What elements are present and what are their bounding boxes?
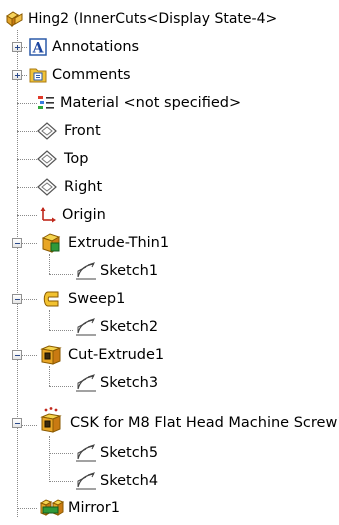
svg-text:A: A: [32, 41, 45, 57]
sketch-icon: [76, 374, 96, 392]
tree-item-label: Sketch4: [100, 473, 159, 489]
tree-item-label: Material <not specified>: [60, 95, 242, 111]
tree-item-label: Comments: [52, 67, 131, 83]
tree-item-sketch2[interactable]: Sketch2: [0, 314, 339, 341]
tree-item-right-plane[interactable]: Right: [0, 174, 339, 201]
tree-item-label: Sketch2: [100, 319, 159, 335]
mirror-icon: [40, 499, 64, 516]
tree-item-label: Mirror1: [68, 500, 120, 516]
collapse-button[interactable]: [12, 238, 22, 248]
plane-icon: [37, 150, 57, 168]
tree-item-sweep1[interactable]: Sweep1: [0, 286, 339, 313]
tree-item-label: Annotations: [52, 39, 140, 55]
expand-button[interactable]: [12, 42, 22, 52]
tree-item-label: Front: [64, 123, 101, 139]
tree-item-label: CSK for M8 Flat Head Machine Screw1: [70, 415, 339, 431]
collapse-button[interactable]: [12, 294, 22, 304]
sketch-icon: [76, 472, 96, 490]
tree-item-front-plane[interactable]: Front: [0, 118, 339, 145]
tree-item-csk-hole[interactable]: CSK for M8 Flat Head Machine Screw1: [0, 407, 339, 437]
tree-root[interactable]: Hing2 (InnerCuts<Display State-4>: [0, 6, 339, 33]
tree-item-annotations[interactable]: A Annotations: [0, 34, 339, 61]
tree-item-top-plane[interactable]: Top: [0, 146, 339, 173]
tree-item-sketch3[interactable]: Sketch3: [0, 370, 339, 397]
collapse-button[interactable]: [12, 350, 22, 360]
tree-item-sketch5[interactable]: Sketch5: [0, 440, 339, 467]
tree-item-sketch1[interactable]: Sketch1: [0, 258, 339, 285]
tree-item-label: Right: [64, 179, 103, 195]
tree-item-label: Top: [64, 151, 89, 167]
tree-root-label: Hing2 (InnerCuts<Display State-4>: [28, 11, 278, 27]
comments-icon: [29, 68, 47, 83]
tree-item-label: Extrude-Thin1: [68, 235, 170, 251]
sketch-icon: [76, 444, 96, 462]
sketch-icon: [76, 318, 96, 336]
tree-item-label: Cut-Extrude1: [68, 347, 165, 363]
plane-icon: [37, 178, 57, 196]
tree-item-label: Sketch5: [100, 445, 159, 461]
tree-item-material[interactable]: Material <not specified>: [0, 90, 339, 117]
tree-item-origin[interactable]: Origin: [0, 202, 339, 229]
material-icon: [38, 96, 54, 109]
extrude-thin-icon: [41, 233, 61, 253]
part-icon: [6, 11, 23, 28]
hole-wizard-icon: [40, 407, 62, 433]
tree-item-extrude-thin1[interactable]: Extrude-Thin1: [0, 230, 339, 257]
sweep-icon: [43, 291, 59, 307]
tree-item-sketch4[interactable]: Sketch4: [0, 468, 339, 495]
tree-item-comments[interactable]: Comments: [0, 62, 339, 89]
sketch-icon: [76, 262, 96, 280]
expand-button[interactable]: [12, 70, 22, 80]
origin-icon: [40, 207, 56, 223]
annotations-icon: A: [29, 38, 47, 57]
cut-extrude-icon: [40, 345, 62, 365]
tree-item-label: Sketch1: [100, 263, 159, 279]
tree-item-label: Sketch3: [100, 375, 159, 391]
plane-icon: [37, 122, 57, 140]
feature-manager-tree: Hing2 (InnerCuts<Display State-4> A Anno…: [0, 0, 339, 525]
tree-item-label: Origin: [62, 207, 106, 223]
tree-item-label: Sweep1: [68, 291, 126, 307]
tree-item-cut-extrude1[interactable]: Cut-Extrude1: [0, 342, 339, 369]
tree-item-mirror1[interactable]: Mirror1: [0, 495, 339, 522]
collapse-button[interactable]: [12, 418, 22, 428]
